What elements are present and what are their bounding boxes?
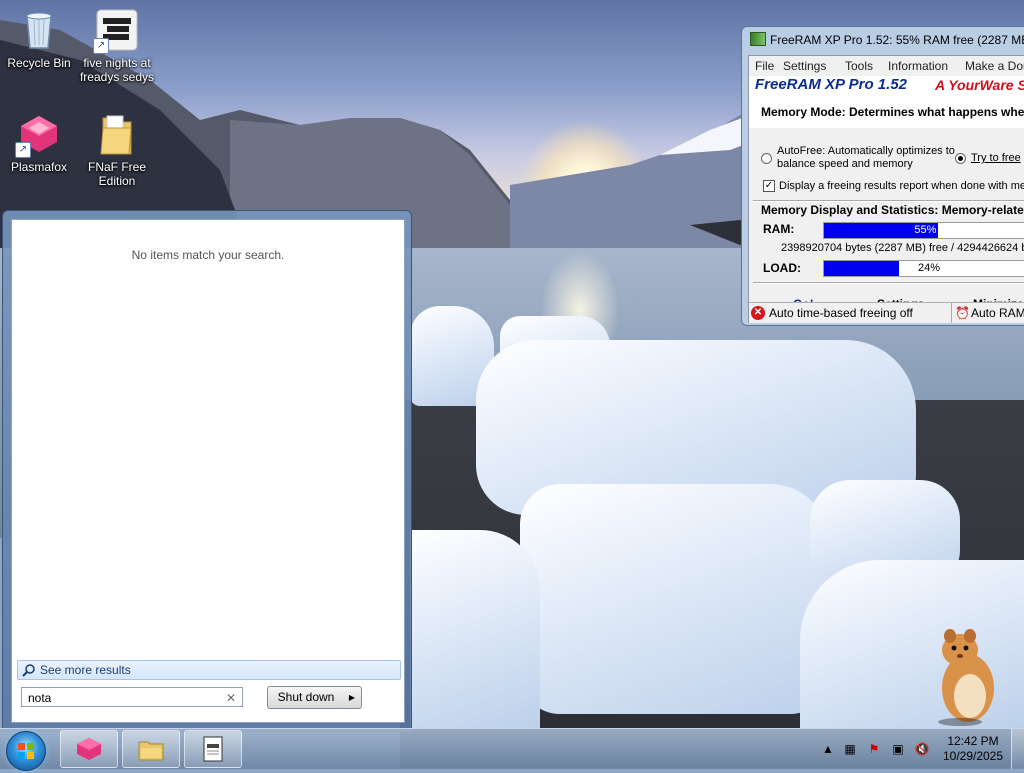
taskbar-file-explorer[interactable] (122, 730, 180, 768)
network-icon[interactable]: ▣ (890, 741, 906, 757)
file-explorer-icon (138, 741, 164, 761)
autofree-label-line2: balance speed and memory (777, 158, 913, 170)
ram-label: RAM: (763, 222, 795, 236)
clear-search-icon[interactable]: ✕ (226, 688, 236, 708)
auto-freeing-status[interactable]: Auto time-based freeing off (769, 303, 913, 323)
ram-percent-text: 55% (914, 224, 937, 236)
desktop-icon-five-nights-shortcut[interactable]: ↗ five nights at freadys sedys (79, 8, 155, 84)
ram-bytes-text: 2398920704 bytes (2287 MB) free / 429442… (781, 242, 1024, 254)
app-name: FreeRAM XP Pro 1.52 (755, 76, 907, 93)
load-progress-bar: 24% (823, 260, 1024, 277)
status-divider (951, 303, 952, 323)
start-search-input[interactable]: nota ✕ (21, 687, 243, 707)
menu-information[interactable]: Information (888, 56, 948, 76)
volume-muted-icon[interactable]: 🔇 (914, 741, 930, 757)
freeram-window[interactable]: FreeRAM XP Pro 1.52: 55% RAM free (2287 … (741, 26, 1024, 326)
wallpaper-ice (410, 530, 540, 728)
desktop-icon-plasmafox[interactable]: ↗ Plasmafox (1, 112, 77, 174)
freeram-menu-bar: File Settings Tools Information Make a D… (749, 56, 1024, 76)
ram-chip-tray-icon[interactable]: ▦ (842, 741, 858, 757)
autofree-radio[interactable] (761, 153, 772, 164)
section-divider (753, 200, 1024, 202)
taskbar: ▲ ▦ ⚑ ▣ 🔇 12:42 PM 10/29/2025 (0, 728, 1024, 771)
ram-chip-icon (750, 32, 766, 46)
display-report-label: Display a freeing results report when do… (779, 180, 1024, 192)
ram-progress-bar: 55% (823, 222, 1024, 239)
desktop-icon-fnaf-folder[interactable]: FNaF Free Edition (79, 112, 155, 188)
alarm-clock-icon: ⏰ (955, 306, 970, 320)
stats-heading: Memory Display and Statistics: Memory-re… (761, 203, 1024, 217)
desktop-icon-label: Recycle Bin (7, 56, 71, 70)
desktop-icon-label: five nights at freadys sedys (79, 56, 155, 84)
action-center-icon[interactable]: ⚑ (866, 741, 882, 757)
display-report-checkbox[interactable]: ✓ (763, 180, 775, 192)
shutdown-options-arrow-icon[interactable]: ▶ (343, 686, 362, 709)
section-divider (753, 282, 1024, 284)
shortcut-arrow-icon: ↗ (15, 142, 31, 158)
no-results-message: No items match your search. (131, 248, 285, 262)
error-icon: ✕ (751, 306, 765, 320)
try-to-free-radio[interactable] (955, 153, 966, 164)
see-more-label: See more results (40, 663, 131, 677)
search-results-pane: No items match your search. See more res… (11, 219, 405, 723)
clock[interactable]: 12:42 PM 10/29/2025 (940, 734, 1006, 764)
try-to-free-label: Try to free (971, 152, 1021, 164)
taskbar-document[interactable] (184, 730, 242, 768)
load-label: LOAD: (763, 261, 801, 275)
shutdown-button[interactable]: Shut down (267, 686, 345, 709)
document-icon (203, 736, 223, 762)
shortcut-arrow-icon: ↗ (93, 38, 109, 54)
freeram-title-bar[interactable]: FreeRAM XP Pro 1.52: 55% RAM free (2287 … (750, 32, 1024, 47)
folder-icon (95, 112, 139, 156)
desktop-icon-recycle-bin[interactable]: Recycle Bin (1, 8, 77, 70)
menu-settings[interactable]: Settings (783, 56, 826, 76)
window-title: FreeRAM XP Pro 1.52: 55% RAM free (2287 … (770, 33, 1024, 47)
windows-logo-icon (18, 743, 34, 759)
taskbar-plasmafox[interactable] (60, 730, 118, 768)
plasmafox-icon: ↗ (15, 112, 61, 158)
publisher-link[interactable]: A YourWare S (935, 77, 1024, 93)
see-more-results-button[interactable]: See more results (17, 660, 401, 680)
load-percent-text: 24% (917, 262, 941, 274)
auto-ram-status[interactable]: Auto RAM (971, 303, 1024, 323)
menu-tools[interactable]: Tools (845, 56, 873, 76)
menu-make-a-donation[interactable]: Make a Dor (965, 56, 1024, 76)
show-hidden-icons-icon[interactable]: ▲ (820, 741, 836, 757)
freeram-status-bar: ✕ Auto time-based freeing off ⏰ Auto RAM (749, 302, 1024, 323)
clock-date: 10/29/2025 (942, 749, 1004, 763)
search-icon (22, 664, 35, 677)
search-query: nota (28, 691, 52, 705)
start-menu: No items match your search. See more res… (2, 210, 412, 732)
clock-time: 12:42 PM (947, 734, 999, 748)
desktop-icon-label: Plasmafox (10, 160, 68, 174)
freeram-client-area: File Settings Tools Information Make a D… (748, 55, 1024, 323)
memory-mode-heading: Memory Mode: Determines what happens whe… (761, 105, 1024, 119)
autofree-label-line1: AutoFree: Automatically optimizes to (777, 145, 955, 157)
system-tray: ▲ ▦ ⚑ ▣ 🔇 12:42 PM 10/29/2025 (818, 729, 1024, 769)
desktop-icon-label: FNaF Free Edition (87, 160, 146, 188)
hamster-mascot-icon[interactable] (930, 626, 1000, 726)
recycle-bin-icon (17, 8, 61, 52)
freeram-header: FreeRAM XP Pro 1.52 A YourWare S (749, 76, 1024, 128)
wallpaper-ice (520, 484, 830, 714)
start-button[interactable] (6, 731, 46, 771)
show-desktop-button[interactable] (1011, 729, 1024, 769)
menu-file[interactable]: File (755, 56, 774, 76)
plasmafox-icon (77, 738, 101, 760)
game-shortcut-icon: ↗ (93, 8, 139, 54)
